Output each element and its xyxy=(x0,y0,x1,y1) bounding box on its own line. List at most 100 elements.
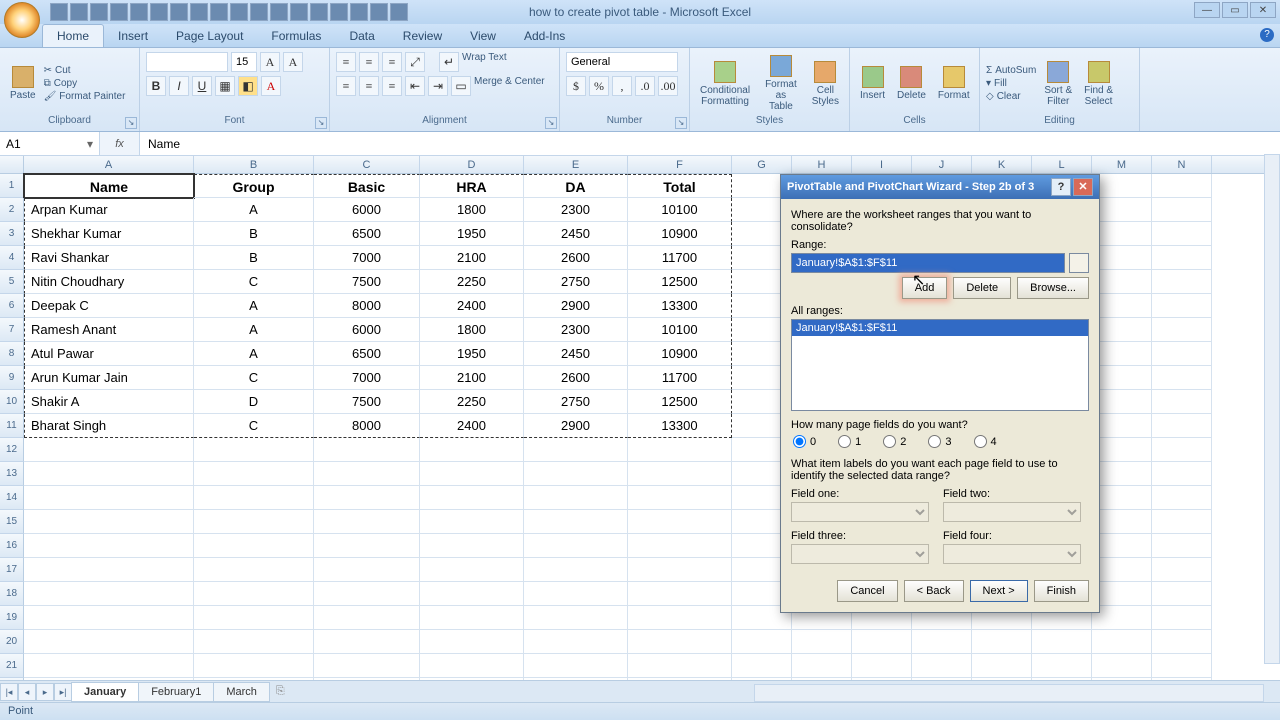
cell[interactable] xyxy=(1092,342,1152,366)
cell[interactable]: 7500 xyxy=(314,390,420,414)
cell[interactable]: 1950 xyxy=(420,342,524,366)
underline-button[interactable]: U xyxy=(192,76,212,96)
cell[interactable] xyxy=(1092,294,1152,318)
cell[interactable] xyxy=(1152,294,1212,318)
cell[interactable] xyxy=(1092,390,1152,414)
cell[interactable] xyxy=(1152,654,1212,678)
cell[interactable] xyxy=(24,486,194,510)
cell[interactable]: A xyxy=(194,294,314,318)
cell[interactable]: 10900 xyxy=(628,222,732,246)
cell[interactable]: C xyxy=(194,414,314,438)
field-three-select[interactable] xyxy=(791,544,929,564)
cell[interactable]: 2250 xyxy=(420,390,524,414)
cell[interactable] xyxy=(628,654,732,678)
cell[interactable]: DA xyxy=(524,174,628,198)
sort-filter-button[interactable]: Sort & Filter xyxy=(1040,59,1076,109)
office-button[interactable] xyxy=(4,2,40,38)
cell[interactable] xyxy=(1152,606,1212,630)
cell[interactable] xyxy=(1152,318,1212,342)
cell[interactable]: 2600 xyxy=(524,366,628,390)
cell[interactable]: 2400 xyxy=(420,414,524,438)
cell[interactable] xyxy=(1092,630,1152,654)
cell[interactable] xyxy=(524,606,628,630)
cell[interactable] xyxy=(1032,654,1092,678)
cell[interactable] xyxy=(1152,462,1212,486)
cell[interactable]: 12500 xyxy=(628,270,732,294)
cell[interactable]: 2250 xyxy=(420,270,524,294)
cell[interactable] xyxy=(24,462,194,486)
cell[interactable] xyxy=(24,606,194,630)
row-header[interactable]: 2 xyxy=(0,198,24,222)
cut-button[interactable]: ✂ Cut xyxy=(44,65,126,76)
italic-button[interactable]: I xyxy=(169,76,189,96)
align-right-icon[interactable]: ≡ xyxy=(382,76,402,96)
qat-icon[interactable] xyxy=(50,3,68,21)
tab-view[interactable]: View xyxy=(456,25,510,47)
cell[interactable] xyxy=(732,654,792,678)
currency-icon[interactable]: $ xyxy=(566,76,586,96)
first-sheet-icon[interactable]: |◂ xyxy=(0,683,18,701)
qat-icon[interactable] xyxy=(190,3,208,21)
cell[interactable] xyxy=(194,462,314,486)
cell[interactable] xyxy=(1092,246,1152,270)
qat-icon[interactable] xyxy=(210,3,228,21)
cell[interactable] xyxy=(1152,390,1212,414)
tab-review[interactable]: Review xyxy=(389,25,456,47)
cell[interactable] xyxy=(852,630,912,654)
cell[interactable]: 6500 xyxy=(314,342,420,366)
cell[interactable] xyxy=(524,438,628,462)
cell[interactable]: 2450 xyxy=(524,222,628,246)
column-header[interactable]: G xyxy=(732,156,792,173)
increase-indent-icon[interactable]: ⇥ xyxy=(428,76,448,96)
cell[interactable]: 7000 xyxy=(314,246,420,270)
row-header[interactable]: 14 xyxy=(0,486,24,510)
cell[interactable]: 6000 xyxy=(314,198,420,222)
qat-icon[interactable] xyxy=(370,3,388,21)
qat-icon[interactable] xyxy=(170,3,188,21)
cell[interactable]: 2300 xyxy=(524,318,628,342)
cell[interactable]: 2100 xyxy=(420,246,524,270)
qat-icon[interactable] xyxy=(350,3,368,21)
row-header[interactable]: 1 xyxy=(0,174,24,198)
cell[interactable]: 6500 xyxy=(314,222,420,246)
pf-radio-3[interactable]: 3 xyxy=(928,435,951,448)
top-align-icon[interactable]: ≡ xyxy=(336,52,356,72)
pf-radio-0[interactable]: 0 xyxy=(793,435,816,448)
tab-home[interactable]: Home xyxy=(42,24,104,47)
cell[interactable] xyxy=(1152,198,1212,222)
cell[interactable]: 2400 xyxy=(420,294,524,318)
delete-button[interactable]: Delete xyxy=(893,64,930,103)
cell[interactable]: Bharat Singh xyxy=(24,414,194,438)
qat-icon[interactable] xyxy=(390,3,408,21)
dialog-title-bar[interactable]: PivotTable and PivotChart Wizard - Step … xyxy=(781,175,1099,199)
cell[interactable]: Group xyxy=(194,174,314,198)
pf-radio-2[interactable]: 2 xyxy=(883,435,906,448)
cell[interactable] xyxy=(314,606,420,630)
cell[interactable] xyxy=(1092,558,1152,582)
cell[interactable] xyxy=(314,534,420,558)
cell[interactable] xyxy=(24,654,194,678)
row-header[interactable]: 9 xyxy=(0,366,24,390)
merge-center-button[interactable]: ▭Merge & Center xyxy=(451,76,545,96)
cell[interactable] xyxy=(1152,366,1212,390)
cell[interactable]: 8000 xyxy=(314,294,420,318)
column-header[interactable]: L xyxy=(1032,156,1092,173)
range-picker-icon[interactable] xyxy=(1069,253,1089,273)
row-header[interactable]: 7 xyxy=(0,318,24,342)
cell[interactable]: 13300 xyxy=(628,414,732,438)
next-sheet-icon[interactable]: ▸ xyxy=(36,683,54,701)
cell[interactable] xyxy=(1152,558,1212,582)
cell[interactable] xyxy=(1152,270,1212,294)
column-header[interactable]: A xyxy=(24,156,194,173)
all-ranges-list[interactable]: January!$A$1:$F$11 xyxy=(791,319,1089,411)
cell[interactable]: Basic xyxy=(314,174,420,198)
cell[interactable] xyxy=(24,534,194,558)
cell[interactable]: Name xyxy=(24,174,194,198)
cell[interactable] xyxy=(314,438,420,462)
select-all-corner[interactable] xyxy=(0,156,24,173)
cell[interactable] xyxy=(194,486,314,510)
next-button[interactable]: Next > xyxy=(970,580,1028,602)
cell[interactable] xyxy=(314,582,420,606)
dialog-help-button[interactable]: ? xyxy=(1051,178,1071,196)
pf-radio-4[interactable]: 4 xyxy=(974,435,997,448)
